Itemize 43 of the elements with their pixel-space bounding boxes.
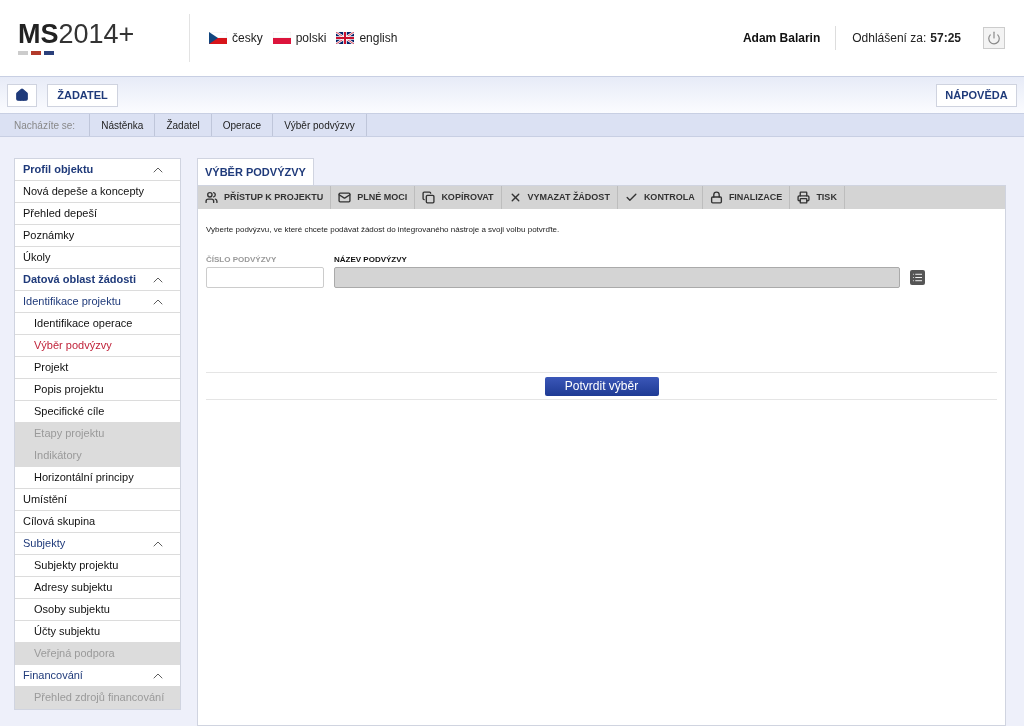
breadcrumb-link[interactable]: Nástěnka	[90, 114, 156, 136]
logout-button[interactable]	[983, 27, 1005, 49]
home-icon	[15, 88, 29, 102]
breadcrumb-link[interactable]: Žadatel	[155, 114, 212, 136]
check-icon	[624, 191, 638, 204]
toolbar-button[interactable]: TISK	[790, 186, 845, 209]
toolbar-button[interactable]: FINALIZACE	[702, 186, 791, 209]
flag-icon	[336, 32, 355, 44]
flag-icon	[272, 32, 291, 44]
breadcrumb-label: Nacházíte se:	[0, 114, 91, 136]
help-button[interactable]: NÁPOVĚDA	[936, 83, 1017, 107]
user-name: Adam Balarin	[742, 30, 822, 47]
breadcrumb-link[interactable]: Operace	[211, 114, 274, 136]
field-label: NÁZEV PODVÝZVY	[334, 254, 408, 266]
instruction-text: Vyberte podvýzvu, ve které chcete podávat žádost do integrovaného nástroje a svoji volbu potvrďte.	[206, 224, 561, 236]
lock-icon	[709, 191, 723, 204]
printer-icon	[797, 191, 811, 204]
list-icon	[912, 272, 923, 283]
confirm-button[interactable]: Potvrdit výběr	[544, 376, 659, 396]
breadcrumb-link[interactable]: Výběr podvýzvy	[273, 114, 367, 136]
logo-stripes-icon	[18, 51, 56, 55]
toolbar-button[interactable]: VYMAZAT ŽÁDOST	[501, 186, 618, 209]
panel-tab[interactable]: VÝBĚR PODVÝZVY	[197, 158, 314, 185]
toolbar-button[interactable]: KOPÍROVAT	[415, 186, 502, 209]
logout-timer: 57:25	[930, 30, 961, 47]
flag-icon	[209, 32, 227, 44]
list-button[interactable]	[910, 270, 925, 285]
power-icon	[987, 31, 1001, 45]
language-link[interactable]: česky	[209, 29, 263, 47]
logout-label: Odhlášení za:	[852, 30, 927, 47]
toolbar-button[interactable]: KONTROLA	[617, 186, 703, 209]
input-field[interactable]	[206, 267, 324, 288]
toolbar-button[interactable]: PŘÍSTUP K PROJEKTU	[198, 186, 332, 209]
language-link[interactable]: english	[336, 29, 398, 47]
field-label: ČÍSLO PODVÝZVY	[206, 254, 278, 266]
toolbar-button[interactable]: PLNÉ MOCI	[331, 186, 416, 209]
language-link[interactable]: polski	[272, 29, 327, 47]
mail-icon	[338, 191, 352, 204]
logo: MS2014+	[18, 21, 136, 48]
copy-icon	[422, 191, 436, 204]
role-button[interactable]: ŽADATEL	[47, 83, 118, 107]
home-button[interactable]	[7, 83, 37, 107]
users-icon	[205, 191, 218, 204]
